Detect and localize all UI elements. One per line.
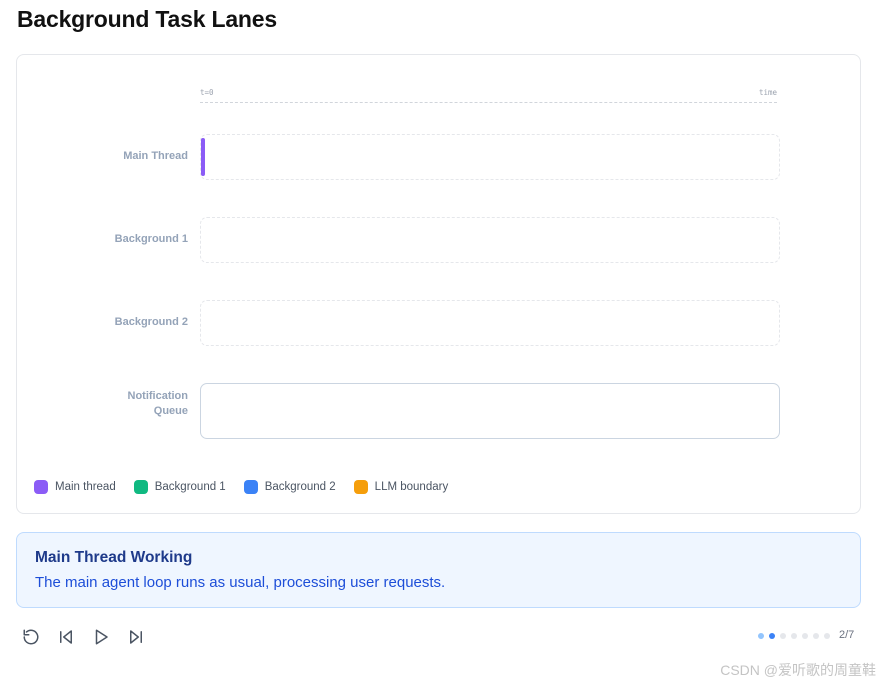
time-axis: t=0 time [200, 87, 777, 103]
lane-label-main-thread: Main Thread [123, 150, 188, 162]
step-counter: 2/7 [839, 629, 855, 641]
legend-label: Background 2 [264, 481, 336, 493]
lane-label-notification-queue: Notification Queue [127, 390, 189, 417]
step-description: The main agent loop runs as usual, proce… [35, 574, 446, 591]
legend-item-background-1: Background 1 [133, 480, 226, 494]
restart-button[interactable] [20, 626, 42, 648]
step-info-panel: Main Thread Working The main agent loop … [16, 532, 861, 608]
step-dot-5[interactable] [802, 633, 808, 639]
legend-label: Main thread [55, 481, 116, 493]
lane-main-thread [200, 134, 780, 180]
lane-background-2 [200, 300, 780, 346]
main-thread-task-bar [201, 138, 205, 176]
step-progress-dots [758, 633, 835, 639]
next-step-button[interactable] [125, 626, 147, 648]
previous-step-button[interactable] [55, 626, 77, 648]
watermark: CSDN @爱听歌的周童鞋 [720, 662, 876, 678]
legend: Main thread Background 1 Background 2 LL… [34, 480, 466, 494]
step-dot-4[interactable] [791, 633, 797, 639]
legend-label: Background 1 [154, 481, 226, 493]
step-dot-2[interactable] [769, 633, 775, 639]
legend-swatch [133, 480, 148, 494]
lane-label-background-2: Background 2 [114, 316, 188, 328]
axis-end-label: time [758, 88, 777, 97]
legend-label: LLM boundary [374, 481, 449, 493]
step-dot-3[interactable] [780, 633, 786, 639]
legend-item-llm-boundary: LLM boundary [353, 480, 449, 494]
skip-back-icon [60, 630, 72, 644]
play-icon [95, 629, 108, 645]
step-dot-7[interactable] [824, 633, 830, 639]
legend-swatch [243, 480, 258, 494]
step-dot-1[interactable] [758, 633, 764, 639]
legend-item-main-thread: Main thread [34, 480, 116, 494]
lane-background-1 [200, 217, 780, 263]
legend-swatch [353, 480, 368, 494]
legend-item-background-2: Background 2 [243, 480, 336, 494]
play-button[interactable] [90, 626, 112, 648]
skip-forward-icon [130, 630, 142, 644]
lane-label-background-1: Background 1 [114, 233, 188, 245]
restart-icon [23, 629, 39, 645]
step-title: Main Thread Working [35, 549, 193, 566]
step-dot-6[interactable] [813, 633, 819, 639]
playback-controls [20, 626, 160, 648]
legend-swatch [34, 480, 48, 494]
page-title: Background Task Lanes [17, 6, 277, 32]
timeline-card: t=0 time Main Thread Background 1 Backgr… [16, 54, 861, 514]
lane-notification-queue [200, 383, 780, 439]
axis-start-label: t=0 [200, 88, 214, 97]
